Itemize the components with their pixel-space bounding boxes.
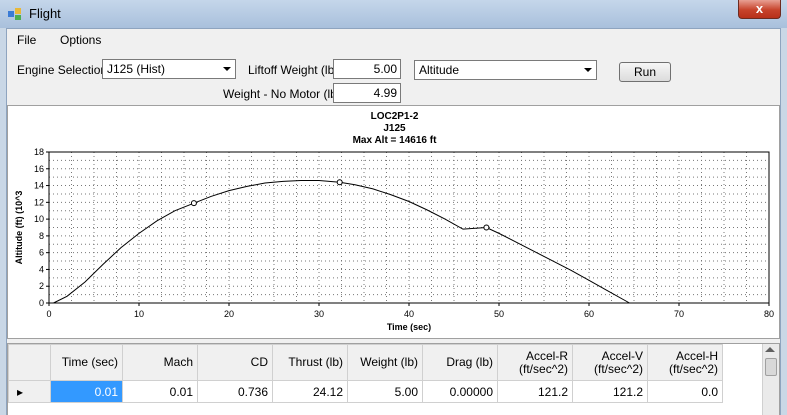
column-header[interactable]: Accel-V (ft/sec^2) <box>572 344 648 381</box>
x-tick-label: 70 <box>674 309 684 319</box>
data-table: Time (sec) Mach CD Thrust (lb) Weight (lb) Dr… <box>8 344 723 403</box>
column-header[interactable]: Accel-R (ft/sec^2) <box>497 344 573 381</box>
y-tick-label: 0 <box>39 298 44 308</box>
x-axis-label: Time (sec) <box>387 322 431 332</box>
menu-file[interactable]: File <box>17 33 36 47</box>
x-tick-label: 30 <box>314 309 324 319</box>
x-tick-label: 0 <box>46 309 51 319</box>
scroll-up-icon[interactable] <box>765 347 775 352</box>
close-icon: x <box>755 1 764 16</box>
y-tick-label: 10 <box>34 214 44 224</box>
table-cell[interactable]: 121.2 <box>497 380 573 403</box>
table-cell[interactable]: 0.00000 <box>422 380 498 403</box>
column-header[interactable]: CD <box>197 344 273 381</box>
run-button[interactable]: Run <box>619 62 671 82</box>
y-tick-label: 16 <box>34 164 44 174</box>
table-cell[interactable]: 0.0 <box>647 380 723 403</box>
series-marker <box>336 179 343 186</box>
y-tick-label: 14 <box>34 181 44 191</box>
close-button[interactable]: x <box>738 0 781 19</box>
y-tick-label: 6 <box>39 248 44 258</box>
column-header[interactable]: Drag (lb) <box>422 344 498 381</box>
chevron-down-icon <box>584 68 592 72</box>
x-tick-label: 50 <box>494 309 504 319</box>
title-bar: Flight x <box>0 0 787 28</box>
y-tick-label: 18 <box>34 147 44 157</box>
table-cell[interactable]: 0.736 <box>197 380 273 403</box>
plot-variable-select[interactable]: Altitude <box>414 60 597 80</box>
plot-variable-value: Altitude <box>419 63 460 77</box>
y-tick-label: 4 <box>39 264 44 274</box>
table-cell[interactable]: 0.01 <box>122 380 198 403</box>
window-title: Flight <box>29 6 61 21</box>
weight-no-motor-label: Weight - No Motor (lb) <box>223 87 341 101</box>
column-header[interactable]: Mach <box>122 344 198 381</box>
liftoff-weight-label: Liftoff Weight (lb) <box>248 63 339 77</box>
table-cell[interactable]: 121.2 <box>572 380 648 403</box>
y-tick-label: 12 <box>34 197 44 207</box>
menu-options[interactable]: Options <box>60 33 101 47</box>
table-row[interactable]: ▸ 0.01 0.01 0.736 24.12 5.00 0.00000 121.2 121.2… <box>8 380 723 403</box>
engine-select-value: J125 (Hist) <box>107 62 166 76</box>
menu-bar: File Options <box>7 29 780 51</box>
client-area: File Options Engine Selection J125 (Hist… <box>6 28 781 415</box>
row-header-corner <box>8 344 51 381</box>
column-header[interactable]: Thrust (lb) <box>272 344 348 381</box>
x-tick-label: 10 <box>134 309 144 319</box>
engine-select[interactable]: J125 (Hist) <box>102 59 236 79</box>
data-grid: Time (sec) Mach CD Thrust (lb) Weight (lb) Dr… <box>7 343 780 415</box>
y-axis-label: Altitude (ft) (10^3 <box>14 191 24 265</box>
series-marker <box>190 200 197 207</box>
column-header[interactable]: Time (sec) <box>50 344 123 381</box>
column-header[interactable]: Accel-H (ft/sec^2) <box>647 344 723 381</box>
row-selector-icon[interactable]: ▸ <box>8 380 51 403</box>
altitude-chart: 0 10 20 30 40 50 60 70 80 0 2 4 6 8 10 12 14 16 18 Time (se… <box>14 147 774 332</box>
x-tick-label: 20 <box>224 309 234 319</box>
x-tick-label: 40 <box>404 309 414 319</box>
chevron-down-icon <box>223 67 231 71</box>
table-cell[interactable]: 24.12 <box>272 380 348 403</box>
table-cell[interactable]: 5.00 <box>347 380 423 403</box>
app-icon <box>8 8 21 20</box>
x-tick-label: 80 <box>764 309 774 319</box>
vertical-scrollbar[interactable] <box>762 344 779 415</box>
chart-panel: LOC2P1-2 J125 Max Alt = 14616 ft 0 10 20 30… <box>7 105 780 339</box>
x-tick-label: 60 <box>584 309 594 319</box>
y-tick-label: 8 <box>39 231 44 241</box>
y-tick-label: 2 <box>39 281 44 291</box>
series-marker <box>483 224 490 231</box>
engine-selection-label: Engine Selection <box>17 63 108 77</box>
weight-no-motor-input[interactable]: 4.99 <box>333 83 401 103</box>
scroll-thumb[interactable] <box>765 358 777 376</box>
liftoff-weight-input[interactable]: 5.00 <box>333 59 401 79</box>
column-header[interactable]: Weight (lb) <box>347 344 423 381</box>
table-cell[interactable]: 0.01 <box>50 380 123 403</box>
